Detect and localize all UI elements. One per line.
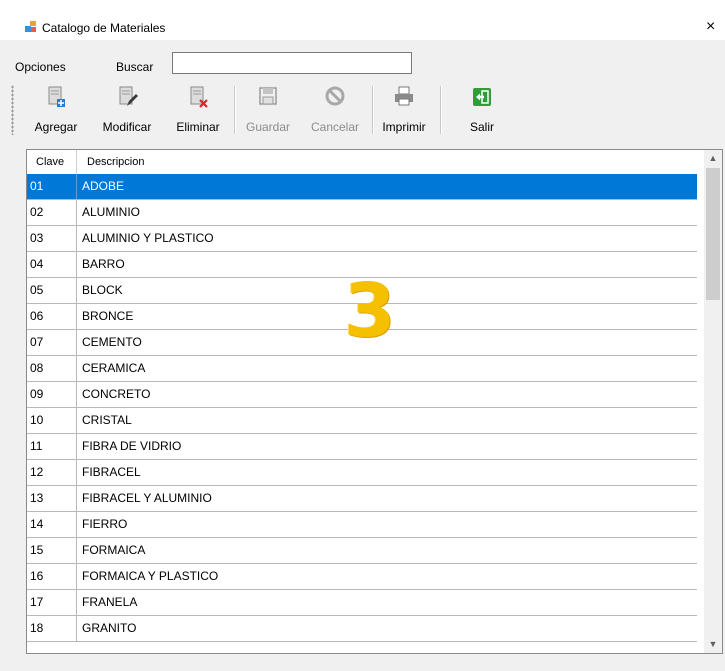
cell-descripcion: CONCRETO [82, 387, 151, 401]
imprimir-label: Imprimir [382, 120, 426, 134]
cell-clave: 09 [27, 382, 77, 407]
table-row[interactable]: 13 FIBRACEL Y ALUMINIO [27, 486, 697, 512]
toolbar-separator [372, 86, 374, 134]
cell-clave: 16 [27, 564, 77, 589]
cell-clave: 17 [27, 590, 77, 615]
salir-button[interactable]: Salir [460, 85, 504, 137]
agregar-button[interactable]: Agregar [28, 85, 84, 137]
cancelar-button[interactable]: Cancelar [303, 85, 367, 137]
cell-clave: 10 [27, 408, 77, 433]
materials-grid: Clave Descripcion 01 ADOBE 02 ALUMINIO 03 ALU… [26, 149, 723, 654]
table-row[interactable]: 10 CRISTAL [27, 408, 697, 434]
menu-opciones[interactable]: Opciones [15, 60, 66, 74]
cell-descripcion: FORMAICA [82, 543, 146, 557]
column-header-descripcion[interactable]: Descripcion [77, 150, 697, 174]
table-row[interactable]: 08 CERAMICA [27, 356, 697, 382]
cell-clave: 03 [27, 226, 77, 251]
agregar-label: Agregar [34, 120, 78, 134]
overlay-number: 3 [344, 268, 396, 354]
cancelar-label: Cancelar [310, 120, 360, 134]
app-icon [25, 21, 36, 32]
eliminar-button[interactable]: Eliminar [170, 85, 226, 137]
guardar-button[interactable]: Guardar [241, 85, 295, 137]
cell-descripcion: GRANITO [82, 621, 137, 635]
guardar-label: Guardar [245, 120, 291, 134]
cell-clave: 06 [27, 304, 77, 329]
cell-descripcion: FIERRO [82, 517, 128, 531]
delete-document-icon [190, 86, 208, 108]
table-row[interactable]: 09 CONCRETO [27, 382, 697, 408]
cell-clave: 18 [27, 616, 77, 641]
table-row[interactable]: 11 FIBRA DE VIDRIO [27, 434, 697, 460]
modificar-button[interactable]: Modificar [95, 85, 159, 137]
scrollbar-thumb[interactable] [706, 168, 720, 300]
exit-door-icon [473, 88, 491, 106]
close-button[interactable]: × [706, 14, 725, 40]
cell-descripcion: FIBRACEL Y ALUMINIO [82, 491, 212, 505]
cell-clave: 11 [27, 434, 77, 459]
cell-descripcion: ALUMINIO Y PLASTICO [82, 231, 214, 245]
add-document-icon [48, 86, 65, 107]
table-row[interactable]: 16 FORMAICA Y PLASTICO [27, 564, 697, 590]
cell-clave: 13 [27, 486, 77, 511]
toolbar-grip[interactable] [11, 85, 14, 135]
eliminar-label: Eliminar [176, 120, 220, 134]
table-row[interactable]: 17 FRANELA [27, 590, 697, 616]
title-bar: Catalogo de Materiales × [0, 0, 725, 40]
cell-descripcion: ALUMINIO [82, 205, 141, 219]
table-row[interactable]: 02 ALUMINIO [27, 200, 697, 226]
table-row[interactable]: 01 ADOBE [27, 174, 697, 200]
cell-clave: 15 [27, 538, 77, 563]
table-row[interactable]: 03 ALUMINIO Y PLASTICO [27, 226, 697, 252]
edit-document-icon [119, 86, 138, 106]
toolbar-separator [234, 86, 236, 134]
salir-label: Salir [469, 120, 494, 134]
modificar-label: Modificar [102, 120, 152, 134]
cell-clave: 14 [27, 512, 77, 537]
cell-descripcion: ADOBE [82, 179, 125, 193]
catalog-window: Catalogo de Materiales × Opciones Buscar… [0, 0, 725, 671]
table-row[interactable]: 15 FORMAICA [27, 538, 697, 564]
cell-clave: 05 [27, 278, 77, 303]
cell-descripcion: FRANELA [82, 595, 138, 609]
cell-clave: 07 [27, 330, 77, 355]
cell-clave: 08 [27, 356, 77, 381]
toolbar-separator [440, 86, 442, 134]
search-input[interactable] [172, 52, 412, 74]
cancel-circle-icon [325, 86, 345, 106]
column-header-clave[interactable]: Clave [27, 150, 77, 174]
table-row[interactable]: 18 GRANITO [27, 616, 697, 642]
cell-clave: 04 [27, 252, 77, 277]
cell-descripcion: CRISTAL [82, 413, 132, 427]
cell-clave: 12 [27, 460, 77, 485]
vertical-scrollbar[interactable]: ▲ ▼ [704, 150, 722, 653]
printer-icon [395, 86, 413, 106]
cell-descripcion: FIBRA DE VIDRIO [82, 439, 182, 453]
cell-descripcion: FIBRACEL [82, 465, 141, 479]
window-title: Catalogo de Materiales [42, 21, 166, 35]
scroll-down-arrow-icon[interactable]: ▼ [704, 636, 722, 653]
cell-descripcion: FORMAICA Y PLASTICO [82, 569, 219, 583]
imprimir-button[interactable]: Imprimir [377, 85, 431, 137]
cell-clave: 02 [27, 200, 77, 225]
scroll-up-arrow-icon[interactable]: ▲ [704, 150, 722, 167]
menu-buscar[interactable]: Buscar [116, 60, 153, 74]
table-row[interactable]: 12 FIBRACEL [27, 460, 697, 486]
table-row[interactable]: 14 FIERRO [27, 512, 697, 538]
grid-header: Clave Descripcion [27, 150, 697, 174]
cell-clave: 01 [27, 174, 77, 199]
save-disk-icon [259, 87, 277, 105]
cell-descripcion: CERAMICA [82, 361, 146, 375]
